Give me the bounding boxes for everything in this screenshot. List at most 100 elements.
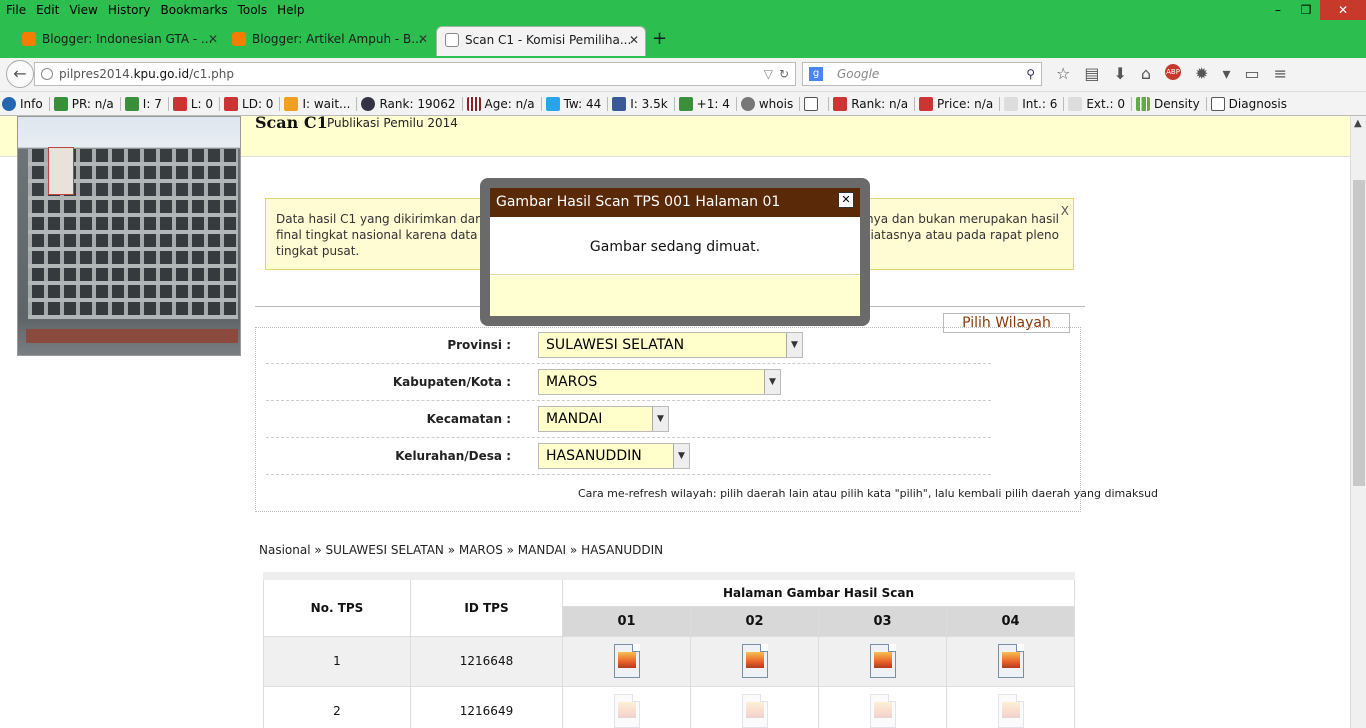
extension-gear-icon[interactable]: ✹ <box>1195 64 1208 83</box>
addon-source[interactable] <box>799 96 822 111</box>
notice-close-button[interactable]: X <box>1061 203 1069 219</box>
adblock-plus-icon[interactable]: ABP <box>1165 64 1182 80</box>
addon-yahoo-links[interactable]: L: 0 <box>167 96 213 111</box>
addon-semrush-price[interactable]: Price: n/a <box>914 96 993 111</box>
kpu-building-photo <box>17 116 241 356</box>
notice-text: final tingkat nasional karena data ters <box>276 228 505 242</box>
scan-image-icon[interactable] <box>613 644 640 678</box>
google-plus-icon <box>678 96 693 111</box>
tab-blogger-artikel[interactable]: Blogger: Artikel Ampuh - B... ✕ <box>224 26 434 56</box>
scan-image-icon[interactable] <box>869 694 896 728</box>
reload-icon[interactable]: ↻ <box>779 63 789 85</box>
dialog-close-button[interactable]: ✕ <box>838 192 854 208</box>
tab-label: Blogger: Artikel Ampuh - B... <box>252 32 423 46</box>
addon-facebook[interactable]: I: 3.5k <box>607 96 668 111</box>
external-links-icon <box>1068 96 1083 111</box>
kelurahan-select[interactable]: HASANUDDIN ▼ <box>538 443 690 469</box>
menu-tools[interactable]: Tools <box>238 0 268 22</box>
scan-image-icon[interactable] <box>741 644 768 678</box>
ruler-icon[interactable]: ▭ <box>1244 64 1259 83</box>
kpu-logo-icon <box>445 33 459 47</box>
tab-blogger-gta[interactable]: Blogger: Indonesian GTA - ... ✕ <box>14 26 224 56</box>
menu-file[interactable]: File <box>6 0 26 22</box>
close-window-button[interactable]: ✕ <box>1320 0 1366 20</box>
addon-whois[interactable]: whois <box>735 96 793 111</box>
scan-image-icon[interactable] <box>869 644 896 678</box>
chevron-down-icon[interactable]: ▼ <box>764 370 780 394</box>
search-box[interactable]: g Google ⚲ <box>802 62 1042 86</box>
addon-density[interactable]: Density <box>1131 96 1200 111</box>
kelurahan-row: Kelurahan/Desa : HASANUDDIN ▼ <box>266 439 991 475</box>
hamburger-menu-icon[interactable]: ≡ <box>1274 64 1287 83</box>
home-icon[interactable]: ⌂ <box>1141 64 1151 83</box>
addon-yahoo-domain[interactable]: LD: 0 <box>219 96 273 111</box>
diagnosis-icon <box>1210 96 1225 111</box>
addon-twitter[interactable]: Tw: 44 <box>540 96 601 111</box>
tab-close-icon[interactable]: ✕ <box>418 26 428 52</box>
table-row: 1 1216648 <box>263 635 1075 687</box>
tab-strip: Blogger: Indonesian GTA - ... ✕ Blogger:… <box>0 22 1366 58</box>
scan-image-icon[interactable] <box>741 694 768 728</box>
col-header-page-02: 02 <box>690 605 819 637</box>
back-button[interactable]: ← <box>6 60 34 88</box>
kabupaten-select[interactable]: MAROS ▼ <box>538 369 781 395</box>
vertical-scrollbar[interactable]: ▲ <box>1350 116 1366 728</box>
scan-image-icon[interactable] <box>997 694 1024 728</box>
menu-edit[interactable]: Edit <box>36 0 59 22</box>
restore-button[interactable]: ❐ <box>1292 0 1320 20</box>
semrush-icon <box>919 96 934 111</box>
new-tab-button[interactable]: + <box>652 28 667 49</box>
google-icon <box>53 96 68 111</box>
addon-external-links[interactable]: Ext.: 0 <box>1063 96 1125 111</box>
chevron-down-icon[interactable]: ▼ <box>652 407 668 431</box>
tps-number: 1 <box>263 635 411 687</box>
page-subtitle: Publikasi Pemilu 2014 <box>327 116 458 130</box>
addon-semrush-rank[interactable]: Rank: n/a <box>828 96 908 111</box>
tab-close-icon[interactable]: ✕ <box>208 26 218 52</box>
tab-scan-c1[interactable]: Scan C1 - Komisi Pemiliha... ✕ <box>436 26 646 56</box>
seo-addon-bar: Info PR: n/a I: 7 L: 0 LD: 0 I: wait... … <box>0 92 1366 116</box>
addon-bing-index[interactable]: I: wait... <box>279 96 350 111</box>
twitter-icon <box>545 96 560 111</box>
gear-icon <box>740 96 755 111</box>
image-loading-dialog: Gambar Hasil Scan TPS 001 Halaman 01 ✕ G… <box>490 188 860 316</box>
google-engine-icon[interactable]: g <box>809 67 823 81</box>
addon-diagnosis[interactable]: Diagnosis <box>1205 96 1287 111</box>
col-header-id-tps: ID TPS <box>410 575 563 637</box>
url-prefix: pilpres2014. <box>59 67 134 81</box>
scrollbar-thumb[interactable] <box>1353 180 1365 486</box>
bookmarks-list-icon[interactable]: ▤ <box>1084 64 1099 83</box>
minimize-button[interactable]: – <box>1264 0 1292 20</box>
table-row: 2 1216649 <box>263 685 1075 728</box>
dropdown-icon[interactable]: ▾ <box>1222 64 1230 83</box>
addon-info[interactable]: Info <box>2 96 43 111</box>
addon-domain-age[interactable]: Age: n/a <box>461 96 535 111</box>
menu-history[interactable]: History <box>108 0 151 22</box>
kelurahan-label: Kelurahan/Desa : <box>395 449 511 463</box>
chevron-down-icon[interactable]: ▼ <box>786 333 802 357</box>
provinsi-select[interactable]: SULAWESI SELATAN ▼ <box>538 332 803 358</box>
search-placeholder: Google <box>837 67 880 81</box>
menu-bookmarks[interactable]: Bookmarks <box>161 0 228 22</box>
tab-close-icon[interactable]: ✕ <box>629 27 639 53</box>
menu-view[interactable]: View <box>69 0 97 22</box>
addon-google-index[interactable]: I: 7 <box>119 96 162 111</box>
addon-alexa-rank[interactable]: Rank: 19062 <box>356 96 456 111</box>
window-titlebar: File Edit View History Bookmarks Tools H… <box>0 0 1366 58</box>
addon-pagerank[interactable]: PR: n/a <box>48 96 114 111</box>
notice-text: tannya dan bukan merupakan hasil <box>846 212 1059 226</box>
scan-image-icon[interactable] <box>613 694 640 728</box>
kecamatan-select[interactable]: MANDAI ▼ <box>538 406 669 432</box>
addon-internal-links[interactable]: Int.: 6 <box>999 96 1057 111</box>
scan-image-icon[interactable] <box>997 644 1024 678</box>
chevron-down-icon[interactable]: ▼ <box>673 444 689 468</box>
url-dropdown-icon[interactable]: ▽ <box>764 63 773 85</box>
scroll-up-icon[interactable]: ▲ <box>1354 118 1362 129</box>
addon-google-plus[interactable]: +1: 4 <box>673 96 730 111</box>
downloads-icon[interactable]: ⬇ <box>1113 64 1126 83</box>
url-bar[interactable]: pilpres2014.kpu.go.id/c1.php ▽ ↻ <box>34 62 796 86</box>
menu-help[interactable]: Help <box>277 0 304 22</box>
provinsi-label: Provinsi : <box>447 338 511 352</box>
bookmark-star-icon[interactable]: ☆ <box>1056 64 1070 83</box>
search-icon[interactable]: ⚲ <box>1026 63 1035 85</box>
